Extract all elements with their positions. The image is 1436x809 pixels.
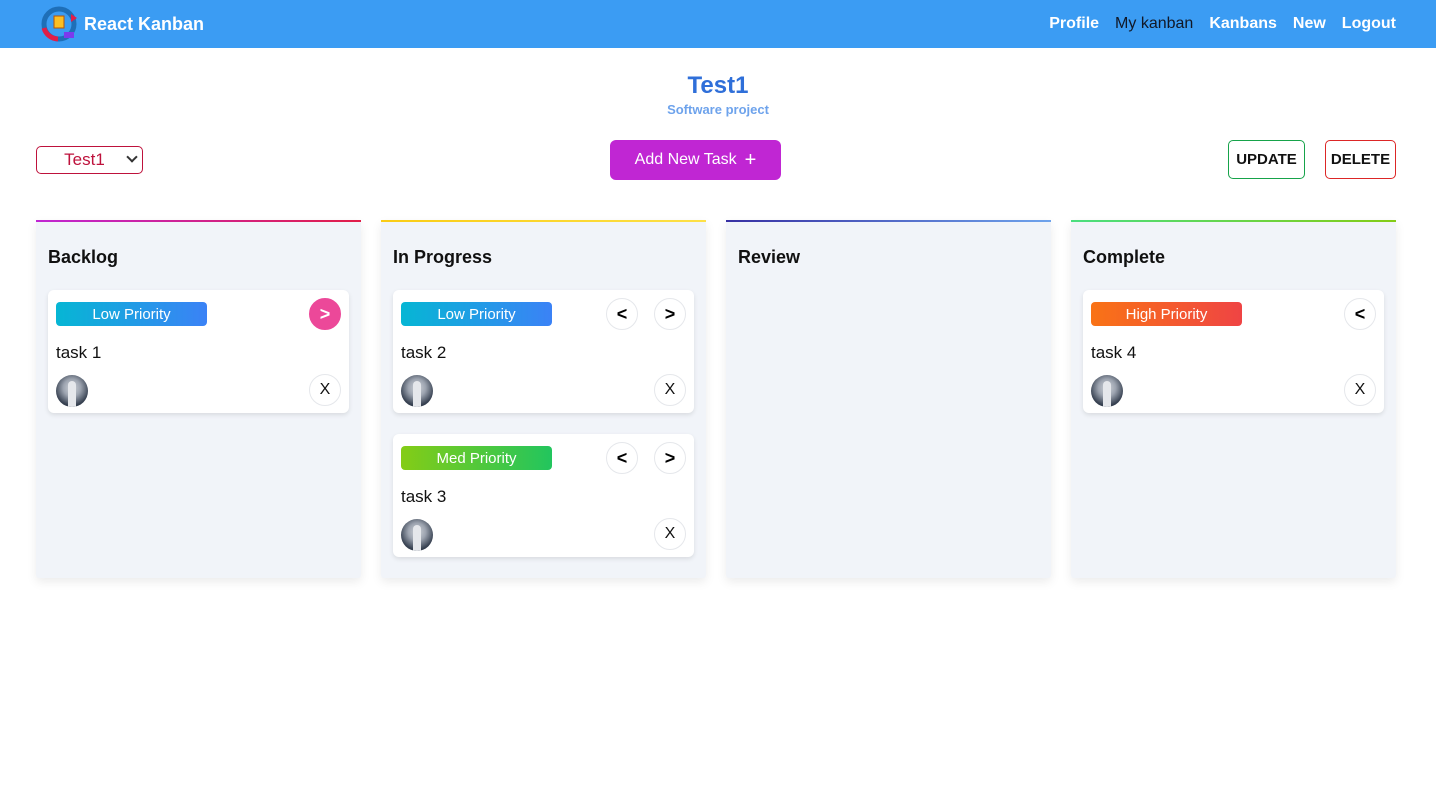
priority-badge: Low Priority bbox=[401, 302, 552, 326]
task-text: task 1 bbox=[56, 343, 102, 362]
nav-links: Profile My kanban Kanbans New Logout bbox=[1049, 0, 1396, 48]
task-text: task 4 bbox=[1091, 343, 1137, 362]
update-button[interactable]: UPDATE bbox=[1228, 140, 1305, 179]
close-icon[interactable]: X bbox=[309, 374, 341, 406]
nav-link-my-kanban[interactable]: My kanban bbox=[1115, 15, 1193, 33]
column-backlog: Backlog Low Priority > task 1 X bbox=[36, 220, 361, 578]
delete-button[interactable]: DELETE bbox=[1325, 140, 1396, 179]
move-right-button[interactable]: > bbox=[654, 442, 686, 474]
page-subtitle: Software project bbox=[667, 102, 769, 117]
column-title: Complete bbox=[1083, 247, 1166, 267]
task-card: High Priority < task 4 X bbox=[1083, 290, 1384, 413]
add-new-task-button[interactable]: Add New Task + bbox=[610, 140, 781, 180]
column-title: In Progress bbox=[393, 247, 493, 267]
move-left-button[interactable]: < bbox=[1344, 298, 1376, 330]
add-new-task-label: Add New Task bbox=[634, 151, 737, 168]
column-complete: Complete High Priority < task 4 X bbox=[1071, 220, 1396, 578]
task-card: Low Priority < > task 2 X bbox=[393, 290, 694, 413]
move-left-button[interactable]: < bbox=[606, 298, 638, 330]
column-title: Backlog bbox=[48, 247, 119, 267]
column-accent-bar bbox=[36, 220, 361, 222]
avatar bbox=[401, 375, 433, 407]
nav-link-kanbans[interactable]: Kanbans bbox=[1209, 15, 1277, 33]
react-kanban-logo-icon bbox=[38, 4, 82, 44]
move-left-button[interactable]: < bbox=[606, 442, 638, 474]
avatar bbox=[1091, 375, 1123, 407]
brand-name[interactable]: React Kanban bbox=[84, 14, 204, 35]
column-accent-bar bbox=[1071, 220, 1396, 222]
close-icon[interactable]: X bbox=[654, 518, 686, 550]
move-right-button[interactable]: > bbox=[654, 298, 686, 330]
column-accent-bar bbox=[726, 220, 1051, 222]
avatar bbox=[56, 375, 88, 407]
page-title: Test1 bbox=[687, 72, 749, 99]
task-text: task 3 bbox=[401, 487, 447, 506]
kanban-select[interactable]: Test1 bbox=[36, 146, 143, 174]
nav-link-new[interactable]: New bbox=[1293, 15, 1326, 33]
navbar: React Kanban Profile My kanban Kanbans N… bbox=[0, 0, 1436, 48]
task-card: Low Priority > task 1 X bbox=[48, 290, 349, 413]
close-icon[interactable]: X bbox=[1344, 374, 1376, 406]
column-title: Review bbox=[738, 247, 801, 267]
column-accent-bar bbox=[381, 220, 706, 222]
kanban-select-value: Test1 bbox=[64, 150, 105, 169]
column-in-progress: In Progress Low Priority < > task 2 X Me… bbox=[381, 220, 706, 578]
move-right-button[interactable]: > bbox=[309, 298, 341, 330]
nav-link-logout[interactable]: Logout bbox=[1342, 15, 1396, 33]
priority-badge: High Priority bbox=[1091, 302, 1242, 326]
task-text: task 2 bbox=[401, 343, 447, 362]
priority-badge: Low Priority bbox=[56, 302, 207, 326]
close-icon[interactable]: X bbox=[654, 374, 686, 406]
avatar bbox=[401, 519, 433, 551]
priority-badge: Med Priority bbox=[401, 446, 552, 470]
plus-icon: + bbox=[744, 149, 757, 171]
nav-link-profile[interactable]: Profile bbox=[1049, 15, 1099, 33]
brand[interactable]: React Kanban bbox=[38, 4, 204, 44]
column-review: Review bbox=[726, 220, 1051, 578]
task-card: Med Priority < > task 3 X bbox=[393, 434, 694, 557]
chevron-down-icon bbox=[126, 151, 138, 163]
